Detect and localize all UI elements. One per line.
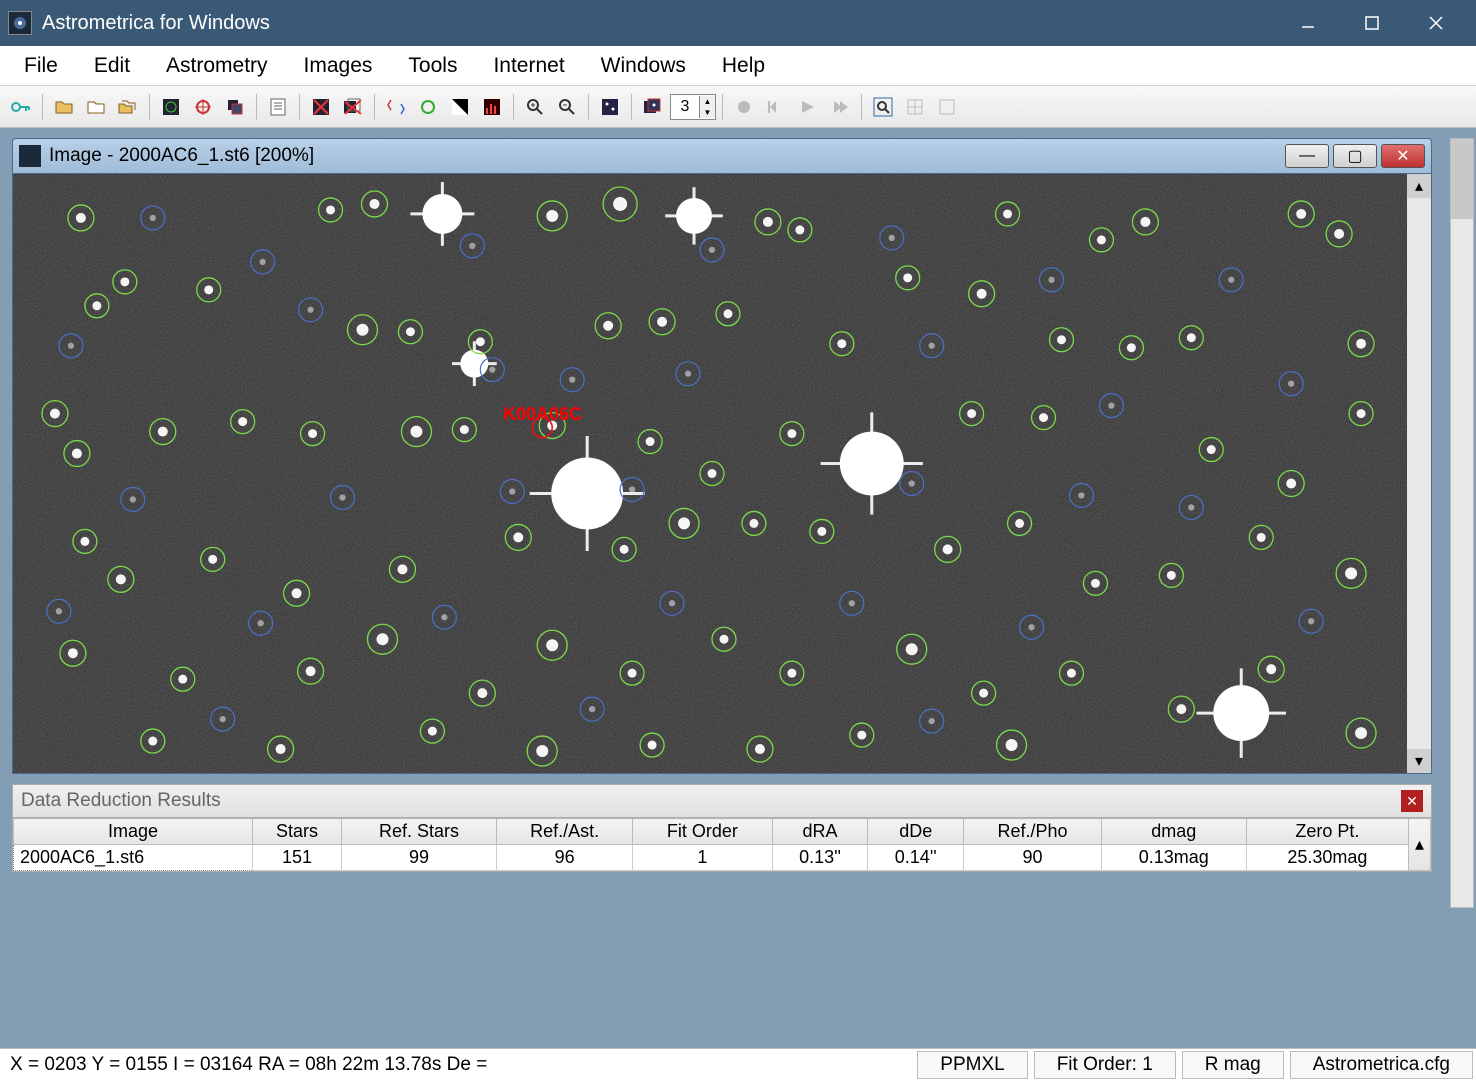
arrow-pair-icon[interactable]	[381, 92, 411, 122]
forward-icon[interactable]	[825, 92, 855, 122]
mdi-scrollbar[interactable]	[1450, 138, 1474, 908]
app-title: Astrometrica for Windows	[42, 12, 1276, 35]
spin-up[interactable]: ▲	[699, 96, 715, 107]
image-scrollbar[interactable]: ▴ ▾	[1407, 174, 1431, 773]
close-button[interactable]	[1404, 0, 1468, 46]
minimize-button[interactable]	[1276, 0, 1340, 46]
results-table: ImageStarsRef. StarsRef./Ast.Fit OrderdR…	[12, 818, 1432, 872]
col-6[interactable]: dDe	[868, 819, 964, 845]
col-7[interactable]: Ref./Pho	[964, 819, 1102, 845]
reject-stack-icon[interactable]	[338, 92, 368, 122]
cell-1: 151	[253, 845, 342, 871]
image-window: Image - 2000AC6_1.st6 [200%] — ▢ ✕ K00A0…	[12, 138, 1432, 778]
stack-icon[interactable]	[220, 92, 250, 122]
toolbar: ▲▼	[0, 86, 1476, 128]
table-scroll[interactable]: ▴	[1409, 819, 1431, 871]
record-icon[interactable]	[729, 92, 759, 122]
status-fit: Fit Order: 1	[1034, 1051, 1176, 1079]
col-9[interactable]: Zero Pt.	[1246, 819, 1408, 845]
menu-edit[interactable]: Edit	[76, 48, 148, 84]
status-mag: R mag	[1182, 1051, 1284, 1079]
contrast-icon[interactable]	[445, 92, 475, 122]
status-coords: X = 0203 Y = 0155 I = 03164 RA = 08h 22m…	[0, 1049, 497, 1080]
image-window-titlebar[interactable]: Image - 2000AC6_1.st6 [200%] — ▢ ✕	[12, 138, 1432, 174]
maximize-button[interactable]	[1340, 0, 1404, 46]
status-catalog: PPMXL	[917, 1051, 1027, 1079]
cell-5: 0.13''	[772, 845, 868, 871]
col-1[interactable]: Stars	[253, 819, 342, 845]
col-4[interactable]: Fit Order	[633, 819, 772, 845]
target-red-icon[interactable]	[188, 92, 218, 122]
scroll-up-icon[interactable]: ▴	[1407, 174, 1431, 198]
blink-multi-icon[interactable]	[638, 92, 668, 122]
cell-6: 0.14''	[868, 845, 964, 871]
statusbar: X = 0203 Y = 0155 I = 03164 RA = 08h 22m…	[0, 1048, 1476, 1080]
frame-input[interactable]	[671, 96, 699, 118]
table-row[interactable]: 2000AC6_1.st6151999610.13''0.14''900.13m…	[14, 845, 1431, 871]
cell-3: 96	[497, 845, 633, 871]
cell-0: 2000AC6_1.st6	[14, 845, 253, 871]
results-title: Data Reduction Results ✕	[12, 784, 1432, 818]
report-icon[interactable]	[263, 92, 293, 122]
app-icon	[8, 11, 32, 35]
zoom-in-icon[interactable]	[520, 92, 550, 122]
image-window-icon	[19, 145, 41, 167]
mdi-area: Image - 2000AC6_1.st6 [200%] — ▢ ✕ K00A0…	[0, 128, 1476, 1048]
zoom-out-icon[interactable]	[552, 92, 582, 122]
target-green-icon[interactable]	[156, 92, 186, 122]
target-label: K00A06C	[503, 404, 582, 425]
image-close-button[interactable]: ✕	[1381, 144, 1425, 168]
circle-marker-icon[interactable]	[413, 92, 443, 122]
grid-icon[interactable]	[900, 92, 930, 122]
spin-down[interactable]: ▼	[699, 107, 715, 118]
menu-windows[interactable]: Windows	[583, 48, 704, 84]
cell-7: 90	[964, 845, 1102, 871]
rewind-icon[interactable]	[761, 92, 791, 122]
cell-4: 1	[633, 845, 772, 871]
results-title-text: Data Reduction Results	[21, 790, 221, 812]
results-close-button[interactable]: ✕	[1401, 790, 1423, 812]
key-icon[interactable]	[6, 92, 36, 122]
col-2[interactable]: Ref. Stars	[341, 819, 496, 845]
blink-icon[interactable]	[595, 92, 625, 122]
cell-8: 0.13mag	[1101, 845, 1246, 871]
cell-9: 25.30mag	[1246, 845, 1408, 871]
open-folder-alt-icon[interactable]	[81, 92, 111, 122]
play-icon[interactable]	[793, 92, 823, 122]
titlebar: Astrometrica for Windows	[0, 0, 1476, 46]
image-viewport[interactable]: K00A06C ▴ ▾	[12, 174, 1432, 774]
zoom-tool-icon[interactable]	[868, 92, 898, 122]
cell-2: 99	[341, 845, 496, 871]
col-5[interactable]: dRA	[772, 819, 868, 845]
frame-spinner[interactable]: ▲▼	[670, 94, 716, 120]
col-3[interactable]: Ref./Ast.	[497, 819, 633, 845]
grid2-icon[interactable]	[932, 92, 962, 122]
menu-help[interactable]: Help	[704, 48, 783, 84]
menu-file[interactable]: File	[6, 48, 76, 84]
image-max-button[interactable]: ▢	[1333, 144, 1377, 168]
status-cfg: Astrometrica.cfg	[1290, 1051, 1473, 1079]
menubar: File Edit Astrometry Images Tools Intern…	[0, 46, 1476, 86]
col-8[interactable]: dmag	[1101, 819, 1246, 845]
reject-image-icon[interactable]	[306, 92, 336, 122]
open-multi-icon[interactable]	[113, 92, 143, 122]
image-min-button[interactable]: —	[1285, 144, 1329, 168]
histogram-icon[interactable]	[477, 92, 507, 122]
image-window-title: Image - 2000AC6_1.st6 [200%]	[49, 145, 1281, 167]
menu-tools[interactable]: Tools	[390, 48, 475, 84]
menu-internet[interactable]: Internet	[475, 48, 582, 84]
results-panel: Data Reduction Results ✕ ImageStarsRef. …	[12, 784, 1432, 898]
scroll-down-icon[interactable]: ▾	[1407, 749, 1431, 773]
col-0[interactable]: Image	[14, 819, 253, 845]
menu-astrometry[interactable]: Astrometry	[148, 48, 286, 84]
menu-images[interactable]: Images	[286, 48, 391, 84]
open-folder-icon[interactable]	[49, 92, 79, 122]
